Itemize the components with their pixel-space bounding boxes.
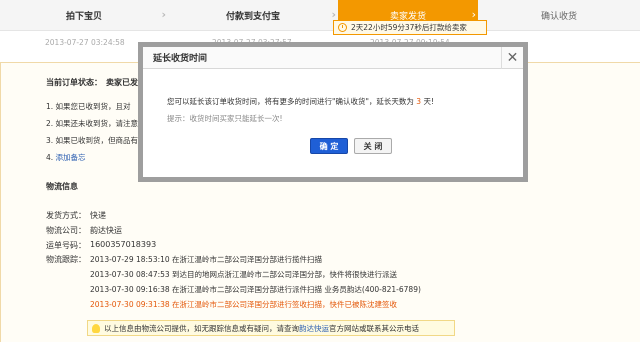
step-label: 付款到支付宝 [225, 11, 280, 22]
order-note-2: 2. 如果还未收到货，请注意 [46, 119, 139, 128]
countdown-badge: 2天22小时59分37秒后打款给卖家 [333, 20, 487, 35]
step-place-order: 拍下宝贝 › [0, 0, 168, 30]
track-event: 2013-07-30 09:16:38 在浙江温岭市二部公司泽国分部进行派件扫描… [90, 285, 421, 294]
logistics-title: 物流信息 [46, 182, 78, 191]
track-event: 2013-07-29 18:53:10 在浙江温岭市二部公司泽国分部进行揽件扫描 [90, 255, 323, 264]
message-suffix: 天! [421, 97, 434, 106]
order-note-4: 4. 添加备忘 [46, 152, 86, 163]
track-label: 物流跟踪： [46, 255, 86, 264]
ship-method-label: 发货方式： [46, 211, 86, 220]
tracking-value: 1600357018393 [90, 240, 157, 249]
step-label: 确认收货 [540, 11, 577, 22]
progress-steps: 拍下宝贝 › 付款到支付宝 › 卖家发货 › 确认收货 [0, 0, 640, 31]
tracking-label: 运单号码： [46, 241, 86, 250]
dialog-header: 延长收货时间 [143, 47, 523, 69]
track-event-latest: 2013-07-30 09:31:38 在浙江温岭市二部公司泽国分部进行签收扫描… [90, 300, 398, 309]
tip-text: 以上信息由物流公司提供，如无跟踪信息或有疑问，请查询 [104, 323, 299, 333]
ship-method-value: 快递 [90, 211, 106, 220]
lightbulb-icon [92, 324, 100, 333]
logistics-tip: 以上信息由物流公司提供，如无跟踪信息或有疑问，请查询 韵达快运 官方网站或联系其公示… [87, 320, 455, 336]
close-button[interactable]: 关 闭 [354, 138, 392, 154]
carrier-link[interactable]: 韵达快运 [299, 323, 329, 334]
step-time: 2013-07-27 03:24:58 [45, 38, 125, 47]
carrier-value: 韵达快运 [90, 226, 122, 235]
order-status-label: 当前订单状态： 卖家已发 [46, 77, 138, 88]
close-icon[interactable]: ✕ [501, 47, 523, 69]
confirm-button[interactable]: 确 定 [310, 138, 348, 154]
clock-icon [338, 23, 347, 32]
countdown-text: 2天22小时59分37秒后打款给卖家 [351, 23, 467, 32]
dialog-title: 延长收货时间 [153, 54, 208, 64]
step-confirm: 确认收货 [478, 0, 640, 30]
track-event: 2013-07-30 08:47:53 到达目的地网点浙江温岭市二部公司泽国分部… [90, 270, 398, 279]
carrier-label: 物流公司： [46, 226, 86, 235]
step-pay: 付款到支付宝 › [168, 0, 338, 30]
dialog-hint: 提示：收货时间买家只能延长一次! [167, 114, 283, 123]
step-label: 拍下宝贝 [65, 11, 102, 22]
tip-suffix: 官方网站或联系其公示电话 [329, 323, 419, 333]
chevron-right-icon: › [161, 8, 166, 21]
message-prefix: 您可以延长该订单收货时间，将有更多的时间进行"确认收货"，延长天数为 [167, 97, 417, 106]
add-note-link[interactable]: 添加备忘 [56, 153, 86, 162]
note-number: 4. [46, 153, 54, 162]
status-value: 卖家已发 [106, 78, 138, 87]
modal-frame: 延长收货时间 ✕ 您可以延长该订单收货时间，将有更多的时间进行"确认收货"，延长… [138, 42, 528, 182]
order-note-3: 3. 如果已收到货，但商品有 [46, 136, 139, 145]
order-note-1: 1. 如果您已收到货，且对 [46, 102, 131, 111]
status-label-text: 当前订单状态： [46, 78, 102, 87]
dialog-message: 您可以延长该订单收货时间，将有更多的时间进行"确认收货"，延长天数为 3 天! [167, 96, 434, 107]
extend-delivery-dialog: 延长收货时间 ✕ 您可以延长该订单收货时间，将有更多的时间进行"确认收货"，延长… [143, 47, 523, 177]
